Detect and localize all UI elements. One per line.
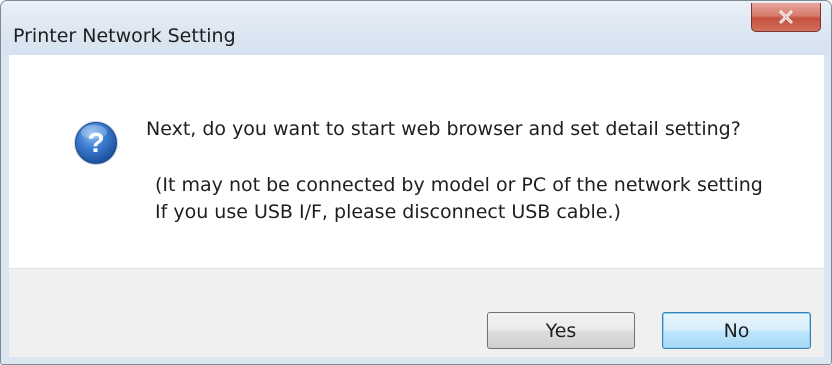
- window-title: Printer Network Setting: [13, 25, 236, 47]
- question-icon: ?: [74, 121, 118, 165]
- close-icon: [779, 10, 793, 24]
- dialog-message: Next, do you want to start web browser a…: [146, 118, 741, 140]
- no-button[interactable]: No: [662, 312, 811, 349]
- button-bar: Yes No: [9, 268, 824, 357]
- yes-button[interactable]: Yes: [487, 312, 635, 349]
- dialog-content: ? Next, do you want to start web browser…: [9, 55, 824, 268]
- svg-text:?: ?: [87, 127, 104, 158]
- detail-line-2: If you use USB I/F, please disconnect US…: [155, 201, 621, 223]
- close-button[interactable]: [751, 3, 821, 32]
- detail-line-1: (It may not be connected by model or PC …: [155, 174, 763, 196]
- dialog-client-area: ? Next, do you want to start web browser…: [9, 55, 824, 357]
- title-bar[interactable]: Printer Network Setting: [1, 1, 831, 55]
- dialog-detail: (It may not be connected by model or PC …: [155, 172, 763, 226]
- dialog-window: Printer Network Setting ? Next, do you w…: [0, 0, 832, 365]
